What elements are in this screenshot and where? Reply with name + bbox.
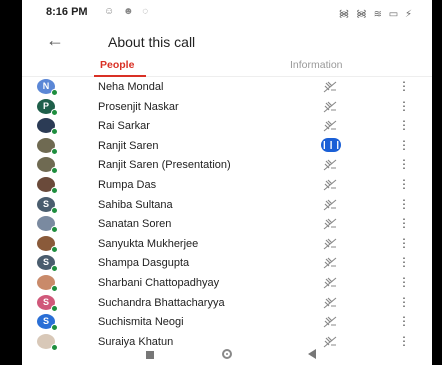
more-options-icon[interactable]: ⋮: [398, 118, 410, 132]
mic-muted-icon: [322, 256, 338, 270]
android-nav-bar: [22, 345, 432, 365]
participant-name: Suchismita Neogi: [98, 316, 184, 329]
left-black-border: [0, 0, 22, 365]
participant-row[interactable]: S Suchismita Neogi ⋮: [22, 313, 432, 333]
arrow-back-icon[interactable]: ←: [46, 30, 64, 51]
right-black-border: [432, 0, 442, 365]
participant-row[interactable]: N Neha Mondal ⋮: [22, 78, 432, 98]
participant-row[interactable]: Ranjit Saren (Presentation) ⋮: [22, 156, 432, 176]
participant-row[interactable]: P Prosenjit Naskar ⋮: [22, 98, 432, 118]
notification-icons: ☺ ☻ ◌: [104, 6, 152, 17]
online-status-dot: [51, 304, 58, 312]
more-options-icon[interactable]: ⋮: [398, 275, 410, 289]
participant-name: Sanyukta Mukherjee: [98, 237, 199, 250]
mic-muted-icon: [322, 119, 338, 133]
participant-row[interactable]: Rumpa Das ⋮: [22, 176, 432, 196]
participant-row[interactable]: Sanatan Soren ⋮: [22, 215, 432, 235]
participant-row[interactable]: S Sahiba Sultana ⋮: [22, 196, 432, 216]
participant-row[interactable]: S Suchandra Bhattacharyya ⋮: [22, 294, 432, 314]
more-options-icon[interactable]: ⋮: [398, 177, 410, 191]
online-status-dot: [51, 128, 58, 136]
online-status-dot: [51, 147, 58, 155]
participant-name: Suchandra Bhattacharyya: [98, 296, 225, 309]
online-status-dot: [51, 167, 58, 175]
participant-name: Sanatan Soren: [98, 218, 172, 231]
participant-row[interactable]: Ranjit Saren ❙❙❙ ⋮: [22, 137, 432, 157]
mic-muted-icon: [322, 198, 338, 212]
app-header: ← About this call: [22, 26, 432, 56]
online-status-dot: [51, 108, 58, 116]
home-icon[interactable]: [222, 349, 232, 359]
participant-name: Shampa Dasgupta: [98, 257, 190, 270]
participant-row[interactable]: Sharbani Chattopadhyay ⋮: [22, 274, 432, 294]
mic-muted-icon: [322, 315, 338, 329]
mic-muted-icon: [322, 217, 338, 231]
more-options-icon[interactable]: ⋮: [398, 197, 410, 211]
more-options-icon[interactable]: ⋮: [398, 138, 410, 152]
status-time: 8:16 PM: [46, 6, 88, 18]
speaking-indicator-icon: ❙❙❙: [321, 137, 341, 152]
online-status-dot: [51, 284, 58, 292]
online-status-dot: [51, 186, 58, 194]
participant-name: Ranjit Saren: [98, 139, 159, 152]
tab-bar: People Information: [22, 54, 432, 77]
participant-name: Rumpa Das: [98, 178, 157, 191]
mic-muted-icon: [322, 100, 338, 114]
more-options-icon[interactable]: ⋮: [398, 157, 410, 171]
mic-muted-icon: [322, 237, 338, 251]
more-options-icon[interactable]: ⋮: [398, 236, 410, 250]
signal-battery-icons: ᯼ ᯼ ≋ ▭ ⚡: [338, 9, 414, 20]
phone-screen: 8:16 PM ☺ ☻ ◌ ᯼ ᯼ ≋ ▭ ⚡ ← About this cal…: [22, 0, 432, 365]
more-options-icon[interactable]: ⋮: [398, 295, 410, 309]
mic-muted-icon: [322, 276, 338, 290]
tab-information[interactable]: Information: [290, 59, 343, 71]
status-bar: 8:16 PM ☺ ☻ ◌ ᯼ ᯼ ≋ ▭ ⚡: [22, 0, 432, 24]
mic-muted-icon: [322, 296, 338, 310]
page-title: About this call: [108, 34, 196, 50]
online-status-dot: [51, 206, 58, 214]
online-status-dot: [51, 226, 58, 234]
nav-back-icon[interactable]: [308, 349, 316, 359]
online-status-dot: [51, 265, 58, 273]
more-options-icon[interactable]: ⋮: [398, 314, 410, 328]
online-status-dot: [51, 324, 58, 332]
participant-name: Neha Mondal: [98, 81, 164, 93]
online-status-dot: [51, 245, 58, 253]
participant-row[interactable]: Rai Sarkar ⋮: [22, 117, 432, 137]
more-options-icon[interactable]: ⋮: [398, 79, 410, 93]
participant-row[interactable]: Sanyukta Mukherjee ⋮: [22, 235, 432, 255]
participant-list: N Neha Mondal ⋮ P Prosenjit Naskar ⋮ Rai Sarka…: [22, 78, 432, 352]
more-options-icon[interactable]: ⋮: [398, 255, 410, 269]
participant-name: Rai Sarkar: [98, 120, 150, 133]
mic-muted-icon: [322, 178, 338, 192]
mic-muted-icon: [322, 80, 338, 94]
participant-name: Sahiba Sultana: [98, 198, 173, 211]
tab-people[interactable]: People: [100, 59, 134, 71]
participant-name: Prosenjit Naskar: [98, 100, 179, 113]
more-options-icon[interactable]: ⋮: [398, 99, 410, 113]
online-status-dot: [51, 89, 58, 96]
more-options-icon[interactable]: ⋮: [398, 216, 410, 230]
recents-icon[interactable]: [146, 351, 154, 359]
active-tab-indicator: [94, 75, 146, 77]
mic-muted-icon: [322, 158, 338, 172]
participant-row[interactable]: S Shampa Dasgupta ⋮: [22, 254, 432, 274]
participant-name: Sharbani Chattopadhyay: [98, 276, 220, 289]
participant-name: Ranjit Saren (Presentation): [98, 159, 231, 172]
